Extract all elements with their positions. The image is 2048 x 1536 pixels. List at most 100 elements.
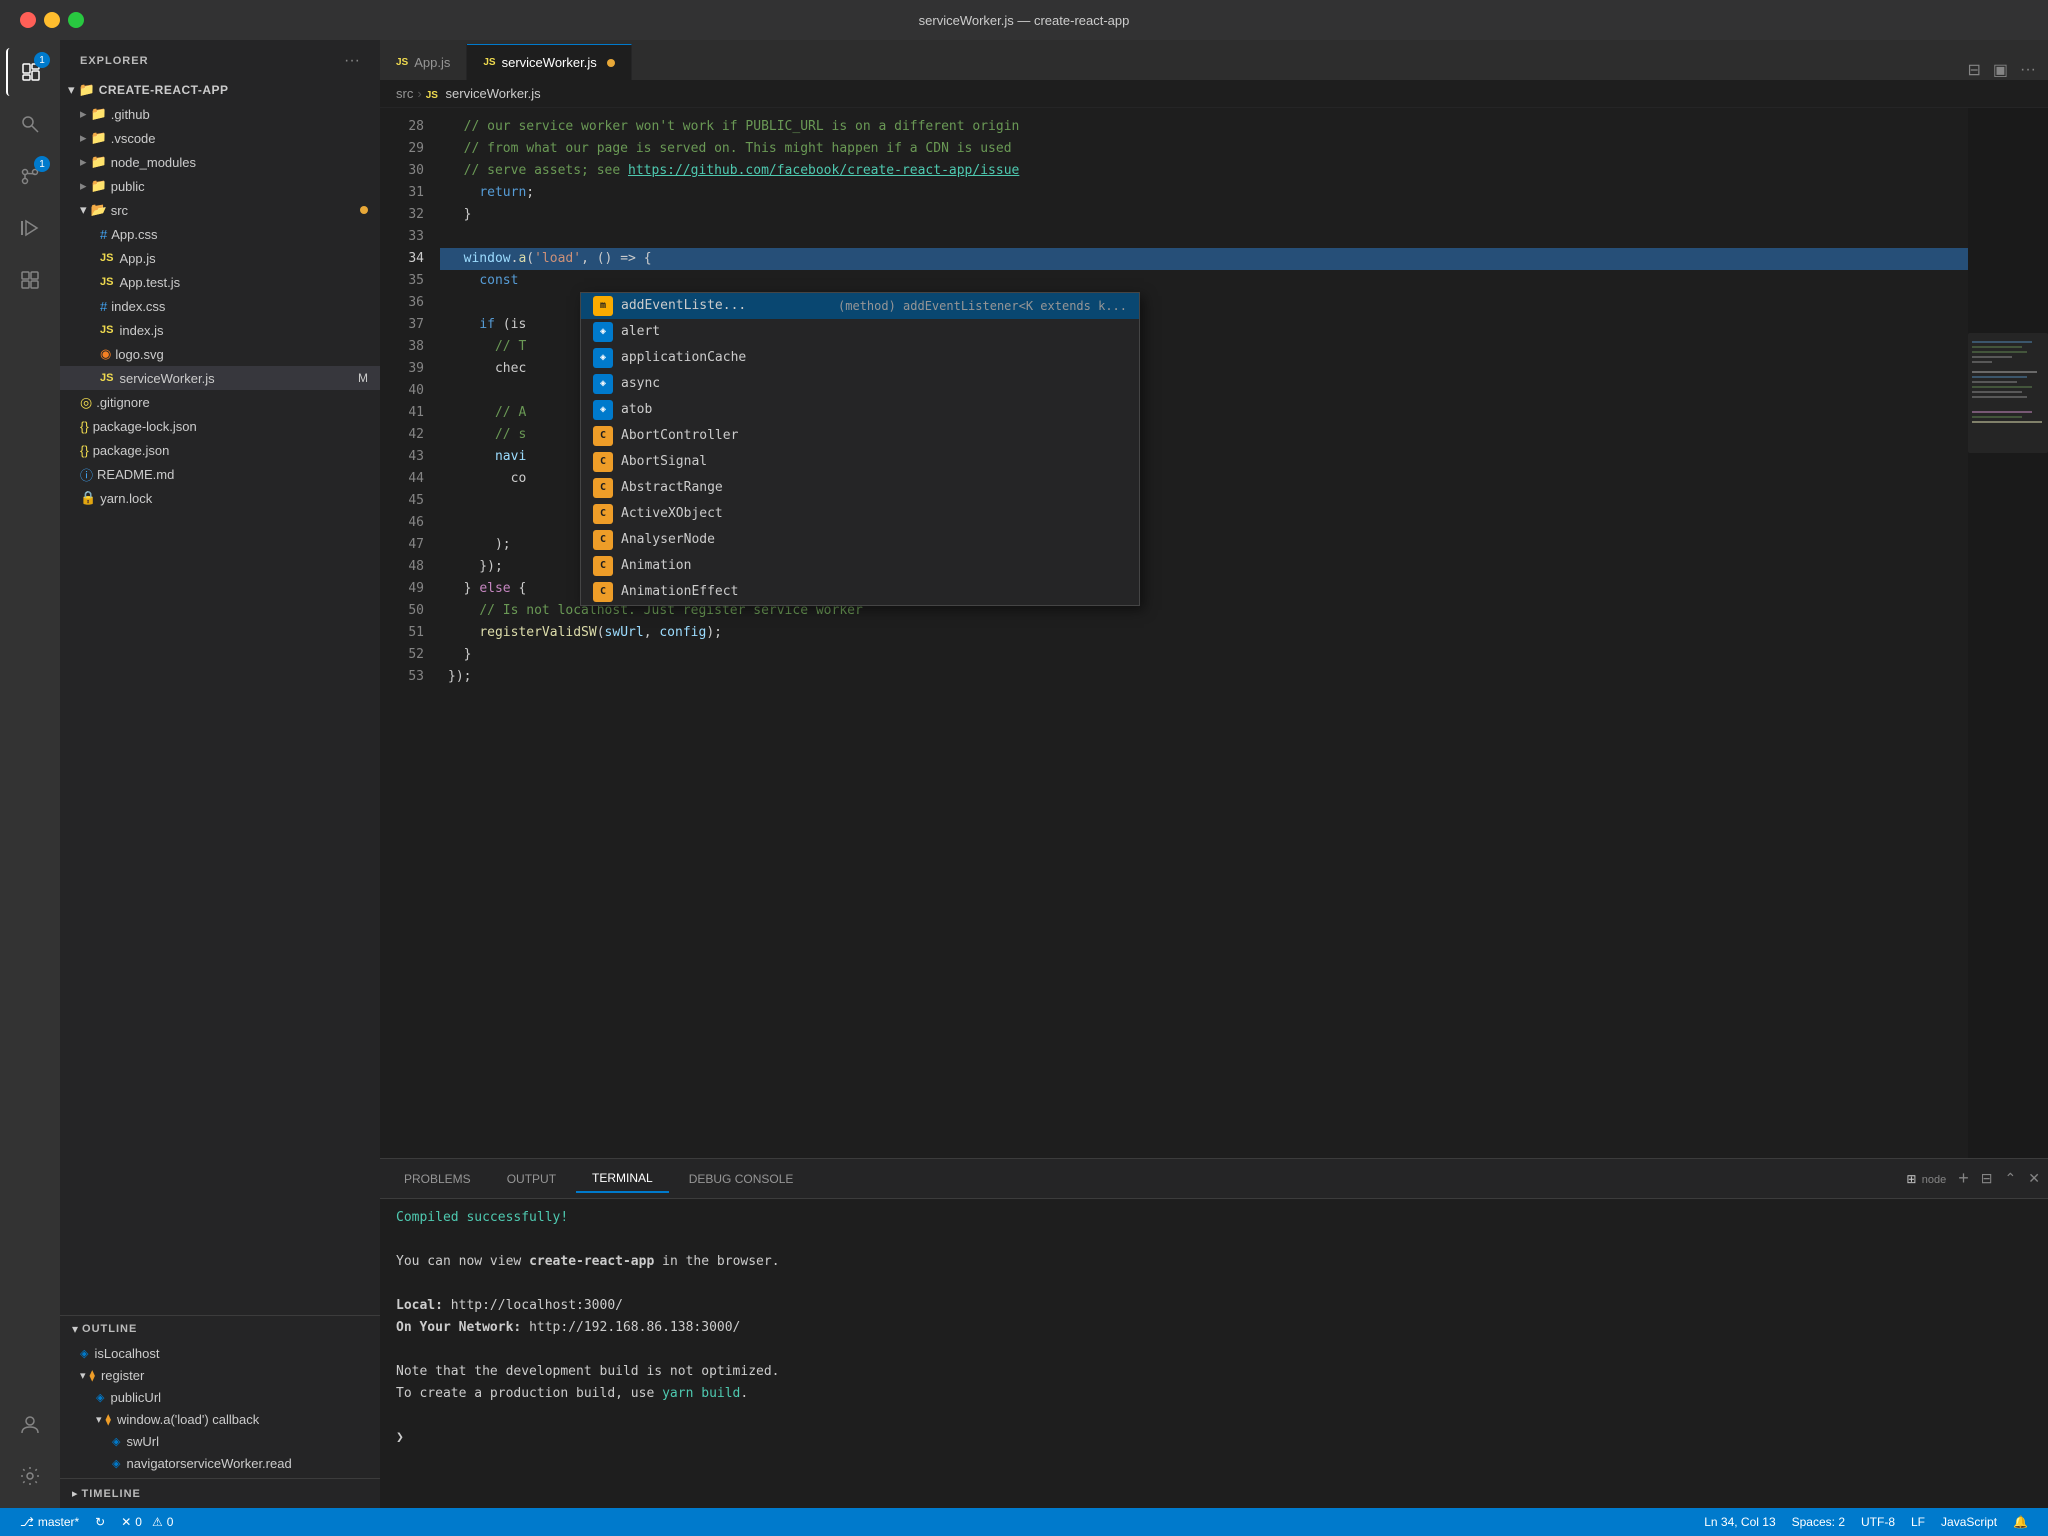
ac-item-atob[interactable]: ◈ atob <box>581 397 1139 423</box>
sidebar-actions[interactable]: ··· <box>344 52 360 70</box>
warning-icon: ⚠ <box>152 1515 163 1529</box>
terminal-tab-terminal[interactable]: TERMINAL <box>576 1165 669 1193</box>
tab-service-worker-js[interactable]: JS serviceWorker.js <box>467 44 631 80</box>
ac-item-abortsignal[interactable]: C AbortSignal <box>581 449 1139 475</box>
line-ending-status[interactable]: LF <box>1903 1515 1933 1529</box>
root-folder[interactable]: ▾ 📁 CREATE-REACT-APP <box>60 78 380 102</box>
status-bar: ⎇ master* ↻ ✕ 0 ⚠ 0 Ln 34, Col 13 Spaces… <box>0 1508 2048 1536</box>
github-folder[interactable]: ▸ 📁 .github <box>60 102 380 126</box>
outline-item-islocalhost[interactable]: ◈ isLocalhost <box>60 1342 380 1364</box>
service-worker-file[interactable]: JS serviceWorker.js M <box>60 366 380 390</box>
vscode-folder[interactable]: ▸ 📁 .vscode <box>60 126 380 150</box>
ac-item-applicationcache[interactable]: ◈ applicationCache <box>581 345 1139 371</box>
terminal-tab-output[interactable]: OUTPUT <box>491 1166 572 1192</box>
ac-item-alert[interactable]: ◈ alert <box>581 319 1139 345</box>
index-css-label: index.css <box>111 299 165 314</box>
terminal-network: On Your Network: http://192.168.86.138:3… <box>396 1317 2032 1339</box>
index-js-file[interactable]: JS index.js <box>60 318 380 342</box>
add-terminal-icon[interactable]: + <box>1958 1168 1969 1189</box>
settings-activity-icon[interactable] <box>6 1452 54 1500</box>
minimize-button[interactable] <box>44 12 60 28</box>
svg-file-icon: ◉ <box>100 346 111 362</box>
app-css-file[interactable]: # App.css <box>60 222 380 246</box>
package-lock-file[interactable]: {} package-lock.json <box>60 414 380 438</box>
source-control-activity-icon[interactable]: 1 <box>6 152 54 200</box>
terminal-prompt[interactable]: ❯ <box>396 1427 2032 1449</box>
account-activity-icon[interactable] <box>6 1400 54 1448</box>
new-terminal-icon[interactable]: ⊞ node <box>1906 1172 1946 1186</box>
breadcrumb-file[interactable]: JS serviceWorker.js <box>426 86 541 101</box>
git-file-icon: ◎ <box>80 394 92 411</box>
logo-svg-file[interactable]: ◉ logo.svg <box>60 342 380 366</box>
timeline-header[interactable]: ▸ TIMELINE <box>60 1483 380 1504</box>
editor-content[interactable]: 28 29 30 31 32 33 34 35 36 37 38 39 40 4… <box>380 108 2048 1158</box>
index-js-label: index.js <box>119 323 163 338</box>
outline-item-register[interactable]: ▾ ⧫ register <box>60 1364 380 1386</box>
close-button[interactable] <box>20 12 36 28</box>
json-file-icon: {} <box>80 419 89 434</box>
split-terminal-icon[interactable]: ⊟ <box>1981 1170 1993 1187</box>
encoding-status[interactable]: UTF-8 <box>1853 1515 1903 1529</box>
outline-item-publicurl[interactable]: ◈ publicUrl <box>60 1386 380 1408</box>
outline-header[interactable]: ▾ OUTLINE <box>60 1316 380 1342</box>
code-line-28: // our service worker won't work if PUBL… <box>440 116 1968 138</box>
autocomplete-dropdown[interactable]: m addEventListe... (method) addEventList… <box>580 292 1140 606</box>
ac-item-abstractrange[interactable]: C AbstractRange <box>581 475 1139 501</box>
extensions-activity-icon[interactable] <box>6 256 54 304</box>
folder-icon3: 📁 <box>91 154 107 170</box>
app-js-label: App.js <box>119 251 155 266</box>
spaces-status[interactable]: Spaces: 2 <box>1784 1515 1853 1529</box>
explorer-activity-icon[interactable]: 1 <box>6 48 54 96</box>
ac-item-animationeffect[interactable]: C AnimationEffect <box>581 579 1139 605</box>
search-activity-icon[interactable] <box>6 100 54 148</box>
notification-status[interactable]: 🔔 <box>2005 1515 2036 1529</box>
terminal-tabs: PROBLEMS OUTPUT TERMINAL DEBUG CONSOLE ⊞… <box>380 1159 2048 1199</box>
app-test-js-file[interactable]: JS App.test.js <box>60 270 380 294</box>
ac-item-animation[interactable]: C Animation <box>581 553 1139 579</box>
cursor-position-status[interactable]: Ln 34, Col 13 <box>1696 1515 1783 1529</box>
language-status[interactable]: JavaScript <box>1933 1515 2005 1529</box>
index-css-file[interactable]: # index.css <box>60 294 380 318</box>
layout-icon[interactable]: ▣ <box>1993 60 2008 80</box>
sync-status[interactable]: ↻ <box>87 1508 113 1536</box>
line-32: 32 <box>380 204 424 226</box>
readme-file[interactable]: ⓘ README.md <box>60 462 380 486</box>
outline-item-swurl[interactable]: ◈ swUrl <box>60 1430 380 1452</box>
maximize-button[interactable] <box>68 12 84 28</box>
public-folder[interactable]: ▸ 📁 public <box>60 174 380 198</box>
package-json-file[interactable]: {} package.json <box>60 438 380 462</box>
terminal-content[interactable]: Compiled successfully! You can now view … <box>380 1199 2048 1508</box>
outline-item-window-callback[interactable]: ▾ ⧫ window.a('load') callback <box>60 1408 380 1430</box>
run-activity-icon[interactable] <box>6 204 54 252</box>
ac-item-abortcontroller[interactable]: C AbortController <box>581 423 1139 449</box>
terminal-tab-debug[interactable]: DEBUG CONSOLE <box>673 1166 810 1192</box>
yarn-lock-file[interactable]: 🔒 yarn.lock <box>60 486 380 510</box>
breadcrumb-src[interactable]: src <box>396 86 413 101</box>
maximize-terminal-icon[interactable]: ⌃ <box>2005 1170 2017 1187</box>
ac-item-analysernode[interactable]: C AnalyserNode <box>581 527 1139 553</box>
sidebar: EXPLORER ··· ▾ 📁 CREATE-REACT-APP ▸ 📁 .g… <box>60 40 380 1508</box>
tab-app-js[interactable]: JS App.js <box>380 44 467 80</box>
more-tabs-icon[interactable]: ··· <box>2020 61 2036 79</box>
sidebar-title: EXPLORER <box>80 55 149 67</box>
window-controls[interactable] <box>20 12 84 28</box>
terminal-actions: ⊞ node + ⊟ ⌃ ✕ <box>1906 1168 2040 1189</box>
errors-status[interactable]: ✕ 0 ⚠ 0 <box>113 1508 181 1536</box>
branch-status[interactable]: ⎇ master* <box>12 1508 87 1536</box>
ac-item-async[interactable]: ◈ async <box>581 371 1139 397</box>
split-editor-icon[interactable]: ⊟ <box>1967 60 1980 80</box>
src-folder[interactable]: ▾ 📂 src <box>60 198 380 222</box>
line-30: 30 <box>380 160 424 182</box>
node-modules-folder[interactable]: ▸ 📁 node_modules <box>60 150 380 174</box>
ac-item-addeventlistener[interactable]: m addEventListe... (method) addEventList… <box>581 293 1139 319</box>
ac-prop-icon-async: ◈ <box>593 374 613 394</box>
app-js-file[interactable]: JS App.js <box>60 246 380 270</box>
outline-register-label: register <box>101 1368 144 1383</box>
editor-code-area[interactable]: // our service worker won't work if PUBL… <box>440 108 1968 1158</box>
gitignore-file[interactable]: ◎ .gitignore <box>60 390 380 414</box>
chevron-right-icon4: ▸ <box>80 178 87 194</box>
terminal-tab-problems[interactable]: PROBLEMS <box>388 1166 487 1192</box>
close-terminal-icon[interactable]: ✕ <box>2028 1170 2040 1187</box>
outline-item-navigator[interactable]: ◈ navigatorserviceWorker.read <box>60 1452 380 1474</box>
ac-item-activexobject[interactable]: C ActiveXObject <box>581 501 1139 527</box>
